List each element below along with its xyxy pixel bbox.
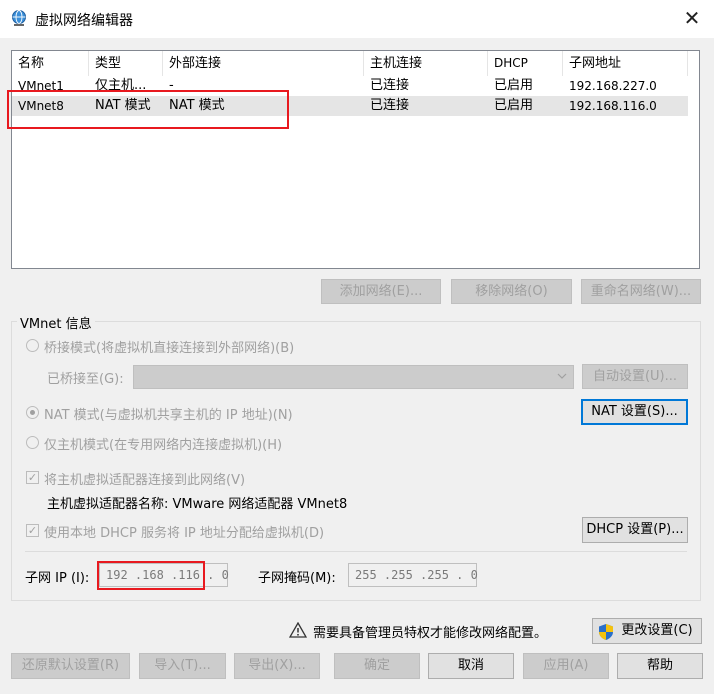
chevron-down-icon (557, 371, 567, 381)
close-icon[interactable]: ✕ (680, 6, 704, 30)
column-header-host[interactable]: 主机连接 (364, 51, 488, 76)
column-header-name[interactable]: 名称 (12, 51, 89, 76)
adapter-name-text: 主机虚拟适配器名称: VMware 网络适配器 VMnet8 (47, 497, 348, 512)
admin-notice-text: 需要具备管理员特权才能修改网络配置。 (313, 626, 548, 641)
ok-button[interactable]: 确定 (334, 653, 420, 679)
dhcp-service-checkbox[interactable]: ✓ (26, 524, 39, 537)
nat-mode-label: NAT 模式(与虚拟机共享主机的 IP 地址)(N) (44, 408, 293, 423)
bridge-mode-label: 桥接模式(将虚拟机直接连接到外部网络)(B) (44, 341, 295, 356)
connect-adapter-checkbox[interactable]: ✓ (26, 471, 39, 484)
cell-host: 已连接 (370, 78, 410, 93)
uac-shield-icon (598, 623, 614, 641)
connect-adapter-label: 将主机虚拟适配器连接到此网络(V) (44, 473, 246, 488)
divider (25, 551, 687, 552)
cancel-button[interactable]: 取消 (428, 653, 514, 679)
restore-defaults-button[interactable]: 还原默认设置(R) (11, 653, 130, 679)
apply-button[interactable]: 应用(A) (523, 653, 609, 679)
import-button[interactable]: 导入(T)... (139, 653, 226, 679)
highlight-box-vmnet8 (7, 90, 289, 129)
vmnet-info-label: VMnet 信息 (17, 313, 95, 332)
nat-mode-radio[interactable] (26, 406, 39, 419)
subnet-mask-label: 子网掩码(M): (258, 571, 336, 586)
help-button[interactable]: 帮助 (617, 653, 703, 679)
cell-host: 已连接 (370, 98, 410, 113)
change-settings-button[interactable]: 更改设置(C) (592, 618, 702, 644)
cell-subnet: 192.168.227.0 (569, 79, 657, 93)
rename-network-button[interactable]: 重命名网络(W)... (581, 279, 701, 304)
column-header-type[interactable]: 类型 (89, 51, 163, 76)
host-only-radio[interactable] (26, 436, 39, 449)
cell-dhcp: 已启用 (494, 78, 534, 93)
globe-network-icon (10, 9, 28, 27)
subnet-ip-label: 子网 IP (I): (25, 571, 90, 586)
bridged-to-select[interactable] (133, 365, 574, 389)
column-header-subnet[interactable]: 子网地址 (563, 51, 688, 76)
bridge-mode-radio[interactable] (26, 339, 39, 352)
bridged-to-label: 已桥接至(G): (47, 372, 124, 387)
export-button[interactable]: 导出(X)... (234, 653, 320, 679)
window-title: 虚拟网络编辑器 (35, 13, 133, 29)
vmnet-info-group (11, 321, 701, 601)
cell-subnet: 192.168.116.0 (569, 99, 657, 113)
warning-icon (288, 621, 308, 638)
add-network-button[interactable]: 添加网络(E)... (321, 279, 441, 304)
change-settings-label: 更改设置(C) (621, 623, 693, 638)
highlight-box-subnet-ip (97, 561, 205, 590)
dhcp-service-label: 使用本地 DHCP 服务将 IP 地址分配给虚拟机(D) (44, 526, 325, 541)
column-header-external[interactable]: 外部连接 (163, 51, 364, 76)
dhcp-settings-button[interactable]: DHCP 设置(P)... (582, 517, 688, 543)
remove-network-button[interactable]: 移除网络(O) (451, 279, 572, 304)
nat-settings-button[interactable]: NAT 设置(S)... (581, 399, 688, 425)
auto-settings-button[interactable]: 自动设置(U)... (582, 364, 688, 389)
host-only-label: 仅主机模式(在专用网络内连接虚拟机)(H) (44, 438, 283, 453)
subnet-mask-input[interactable]: 255 .255 .255 . 0 (348, 563, 478, 587)
network-list[interactable]: 名称 类型 外部连接 主机连接 DHCP 子网地址 VMnet1 仅主机... … (11, 50, 700, 269)
column-header-dhcp[interactable]: DHCP (488, 51, 563, 76)
cell-dhcp: 已启用 (494, 98, 534, 113)
